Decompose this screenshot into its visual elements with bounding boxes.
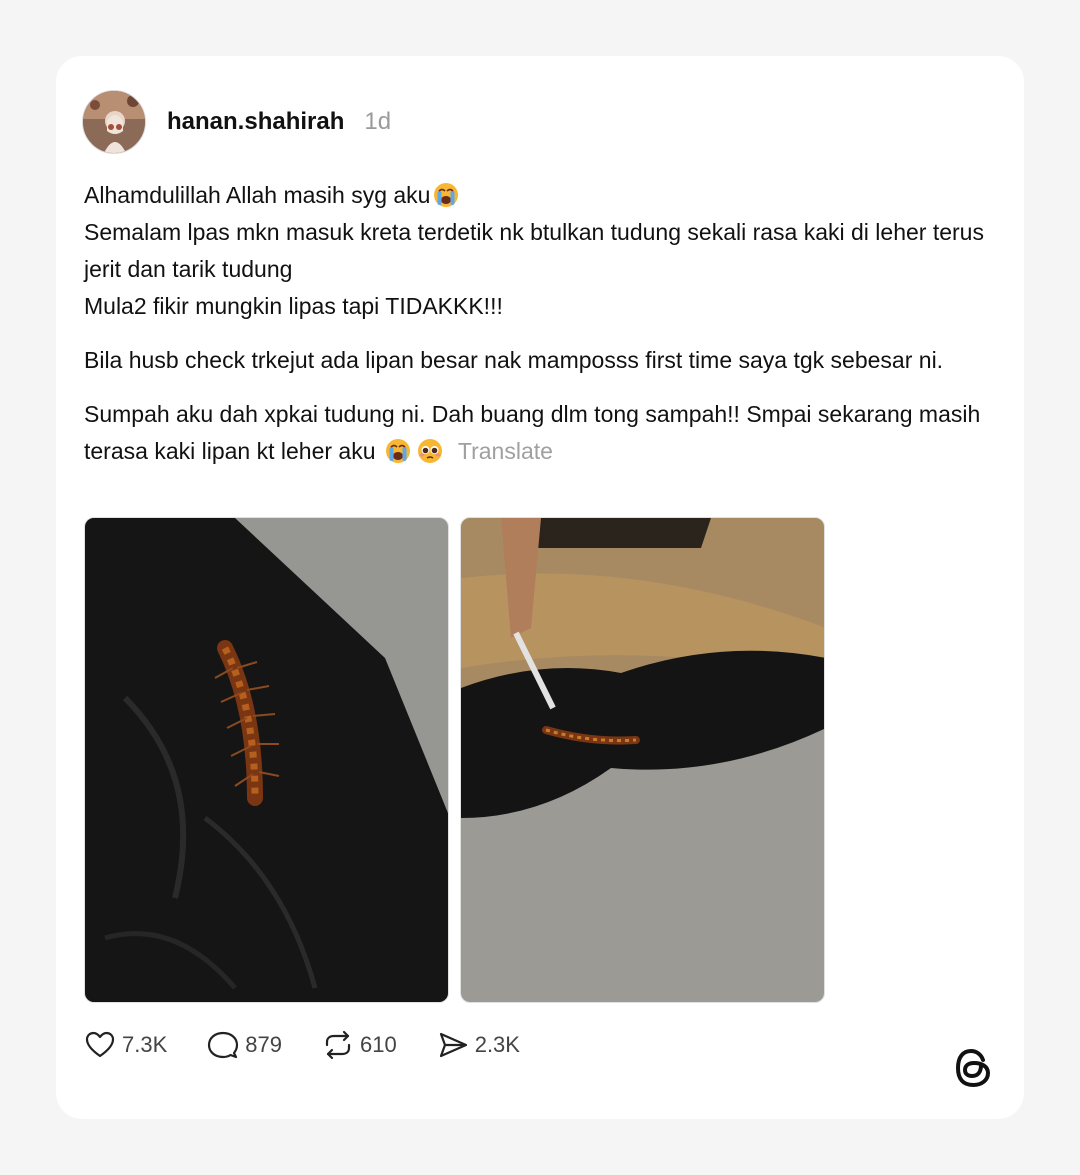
speech-bubble-icon bbox=[208, 1031, 239, 1059]
post-text-line: Semalam lpas mkn masuk kreta terdetik nk… bbox=[84, 219, 984, 282]
media-image-centipede-closeup[interactable] bbox=[84, 517, 449, 1003]
post-time: 1d bbox=[364, 108, 392, 135]
post-text-line: Mula2 fikir mungkin lipas tapi TIDAKKK!!… bbox=[84, 293, 503, 319]
repost-icon bbox=[325, 1030, 351, 1060]
like-count: 7.3K bbox=[122, 1032, 168, 1057]
post-card: hanan.shahirah 1d Alhamdulillah Allah ma… bbox=[56, 56, 1024, 1119]
share-count: 2.3K bbox=[474, 1032, 520, 1057]
action-bar: 7.3K 879 610 2.3K bbox=[84, 1029, 560, 1061]
media-image-centipede-road[interactable] bbox=[460, 517, 825, 1003]
post-text: Alhamdulillah Allah masih syg aku Semala… bbox=[84, 177, 994, 487]
post-text-line: Alhamdulillah Allah masih syg aku bbox=[84, 182, 431, 208]
translate-link[interactable]: Translate bbox=[458, 438, 553, 464]
pleading-face-emoji-icon bbox=[417, 439, 442, 463]
send-icon bbox=[439, 1032, 467, 1058]
loudly-crying-face-emoji-icon bbox=[385, 439, 410, 463]
reply-button[interactable]: 879 bbox=[207, 1029, 282, 1061]
loudly-crying-face-emoji-icon bbox=[434, 183, 459, 207]
threads-logo-icon bbox=[955, 1048, 991, 1088]
username[interactable]: hanan.shahirah bbox=[167, 108, 344, 136]
post-media bbox=[84, 517, 825, 1003]
heart-icon bbox=[85, 1031, 115, 1058]
like-button[interactable]: 7.3K bbox=[84, 1029, 167, 1061]
repost-button[interactable]: 610 bbox=[322, 1029, 397, 1061]
reply-count: 879 bbox=[245, 1032, 282, 1057]
post-header: hanan.shahirah 1d bbox=[82, 89, 391, 155]
repost-count: 610 bbox=[359, 1032, 397, 1057]
share-button[interactable]: 2.3K bbox=[437, 1029, 520, 1061]
avatar[interactable] bbox=[82, 90, 146, 154]
post-text-paragraph: Bila husb check trkejut ada lipan besar … bbox=[84, 347, 944, 373]
